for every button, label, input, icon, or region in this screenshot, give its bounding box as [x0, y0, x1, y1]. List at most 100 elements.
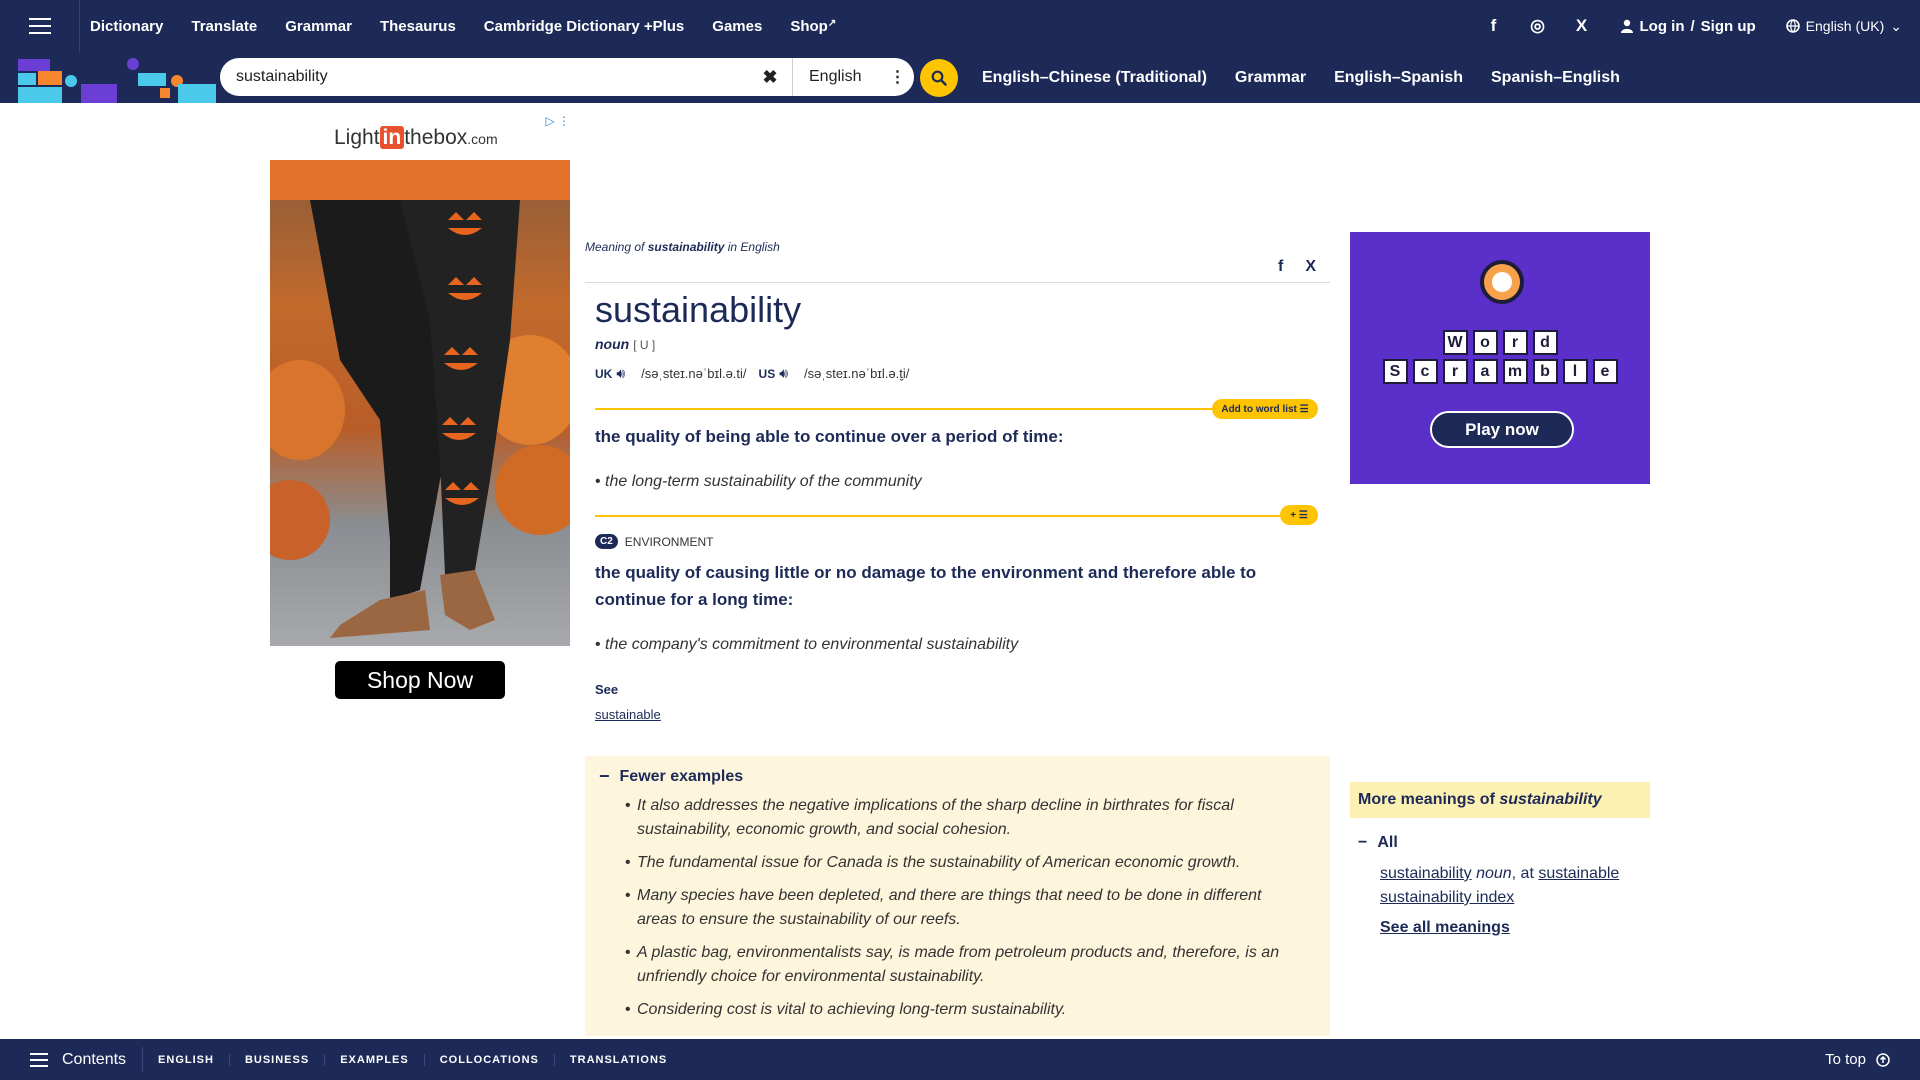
tab-business[interactable]: BUSINESS [230, 1053, 326, 1066]
language-selector[interactable]: English (UK) ⌄ [1785, 17, 1902, 35]
nav-thesaurus[interactable]: Thesaurus [366, 18, 470, 35]
meaning-word: sustainability [647, 240, 725, 254]
meaning-link-sustainability[interactable]: sustainability [1380, 865, 1472, 882]
search-input[interactable] [236, 68, 756, 86]
uk-label: UK [595, 366, 613, 381]
tab-english[interactable]: ENGLISH [143, 1053, 230, 1066]
list-item: The fundamental issue for Canada is the … [625, 851, 1305, 875]
dictionary-selector[interactable]: English ⋮ [792, 58, 906, 96]
search-button[interactable] [920, 59, 958, 97]
us-label: US [758, 366, 776, 381]
definition-2: the quality of causing little or no dama… [595, 563, 1257, 609]
contents-button[interactable]: Contents [0, 1047, 144, 1072]
link-spanish-english[interactable]: Spanish–English [1491, 69, 1620, 87]
clear-search-icon[interactable]: ✖ [756, 67, 784, 88]
share-buttons: f X [1278, 258, 1316, 276]
part-of-speech: noun[ U ] [595, 336, 655, 352]
stopwatch-icon [1480, 260, 1524, 304]
nav-shop[interactable]: Shop↗ [776, 18, 850, 35]
meaning-link-sustainability-index[interactable]: sustainability index [1380, 889, 1514, 906]
more-examples-panel: −Fewer examples It also addresses the ne… [585, 756, 1330, 1036]
grammar-code: [ U ] [633, 338, 656, 352]
minus-icon: − [599, 766, 610, 786]
domain-label: ENVIRONMENT [624, 534, 714, 549]
fewer-examples-toggle[interactable]: − Fewer examples [599, 766, 743, 787]
letter-tile: b [1532, 359, 1558, 384]
uk-audio-icon[interactable]: 🔊︎ [616, 365, 625, 382]
language-label: English (UK) [1805, 18, 1885, 34]
headword: sustainability [595, 289, 802, 330]
chevron-down-icon: ⌄ [1890, 17, 1902, 34]
add-to-word-list-button[interactable]: Add to word list ☰ [1212, 399, 1318, 419]
search-bar: ✖ English ⋮ English–Chinese (Traditional… [0, 52, 1920, 103]
link-english-chinese[interactable]: English–Chinese (Traditional) [982, 69, 1207, 87]
link-english-spanish[interactable]: English–Spanish [1334, 69, 1463, 87]
dictionary-links: English–Chinese (Traditional) Grammar En… [982, 52, 1620, 103]
tab-translations[interactable]: TRANSLATIONS [555, 1054, 682, 1066]
more-meanings-word: sustainability [1499, 791, 1602, 808]
sense-divider-2 [595, 515, 1291, 517]
instagram-icon[interactable]: ◎ [1516, 16, 1560, 36]
add-to-word-list-label: Add to word list [1221, 403, 1297, 415]
nav-plus[interactable]: Cambridge Dictionary +Plus [470, 18, 698, 35]
nav-shop-label: Shop [790, 17, 828, 35]
x-twitter-icon[interactable]: X [1560, 16, 1604, 36]
meaning-pos: noun [1476, 865, 1512, 882]
external-link-icon: ↗ [827, 17, 837, 29]
pronunciations: UK 🔊︎ /səˌsteɪ.nəˈbɪl.ə.ti/ US 🔊︎ /səˌst… [595, 365, 917, 382]
ad-brand-pre: Light [334, 126, 380, 149]
letter-tile: m [1502, 359, 1528, 384]
meaning-prefix: Meaning of [585, 240, 645, 254]
main-nav: Dictionary Translate Grammar Thesaurus C… [80, 0, 850, 52]
share-facebook-icon[interactable]: f [1278, 258, 1283, 276]
list-item: It also addresses the negative implicati… [625, 794, 1305, 842]
nav-grammar[interactable]: Grammar [271, 18, 366, 35]
ad-product-image [270, 160, 570, 646]
facebook-icon[interactable]: f [1472, 16, 1516, 36]
play-now-button[interactable]: Play now [1430, 411, 1574, 448]
definition-1: the quality of being able to continue ov… [595, 427, 1064, 446]
ad-shop-now-button[interactable]: Shop Now [335, 661, 505, 699]
word-scramble-ad[interactable]: W o r d S c r a m b l e Play now [1350, 232, 1650, 484]
login-link[interactable]: Log in [1640, 18, 1685, 35]
us-audio-icon[interactable]: 🔊︎ [779, 365, 788, 382]
dictionary-selector-label: English [809, 68, 862, 85]
us-ipa: /səˌsteɪ.nəˈbɪl.ə.t̬i/ [804, 366, 910, 381]
user-icon [1620, 19, 1633, 33]
all-toggle[interactable]: − All [1358, 834, 1398, 852]
nav-dictionary[interactable]: Dictionary [80, 18, 177, 35]
top-navbar: Dictionary Translate Grammar Thesaurus C… [0, 0, 1920, 52]
meaning-link-sustainable[interactable]: sustainable [1538, 865, 1619, 882]
nav-games[interactable]: Games [698, 18, 776, 35]
tab-examples[interactable]: EXAMPLES [325, 1053, 425, 1066]
plus-list-icon: + ☰ [1290, 509, 1308, 521]
share-x-icon[interactable]: X [1305, 258, 1316, 276]
examples-list: It also addresses the negative implicati… [625, 794, 1305, 1031]
leggings-image [270, 160, 570, 638]
list-item: Considering cost is vital to achieving l… [625, 998, 1305, 1022]
list-item: Many species have been depleted, and the… [625, 884, 1305, 932]
cambridge-logo[interactable] [18, 56, 218, 103]
signup-link[interactable]: Sign up [1701, 18, 1756, 35]
ad-choices-icon[interactable]: ▷ ⋮ [545, 114, 570, 128]
dictionary-entry: Meaning of sustainability in English f X… [585, 240, 1330, 722]
search-icon [931, 70, 947, 86]
letter-tile: r [1502, 330, 1528, 355]
advertisement-left[interactable]: Light in thebox.com ▷ ⋮ Shop Now [270, 110, 570, 710]
link-grammar[interactable]: Grammar [1235, 69, 1306, 87]
all-label: All [1377, 834, 1398, 851]
tab-collocations[interactable]: COLLOCATIONS [425, 1053, 555, 1066]
see-label: See [595, 682, 619, 697]
letter-tile: d [1532, 330, 1558, 355]
more-options-icon: ⋮ [889, 69, 906, 86]
see-all-meanings-link[interactable]: See all meanings [1380, 919, 1510, 937]
see-sustainable-link[interactable]: sustainable [595, 707, 661, 722]
more-meanings-box: More meanings of sustainability − All sus… [1350, 782, 1650, 936]
menu-icon[interactable] [0, 0, 80, 52]
nav-translate[interactable]: Translate [177, 18, 271, 35]
ad-brand-post: thebox [404, 126, 468, 149]
to-top-button[interactable]: To top [1825, 1039, 1890, 1080]
bottom-toolbar: Contents ENGLISH BUSINESS EXAMPLES COLLO… [0, 1039, 1920, 1080]
add-to-word-list-small-button[interactable]: + ☰ [1280, 505, 1318, 525]
contents-label: Contents [62, 1050, 127, 1068]
